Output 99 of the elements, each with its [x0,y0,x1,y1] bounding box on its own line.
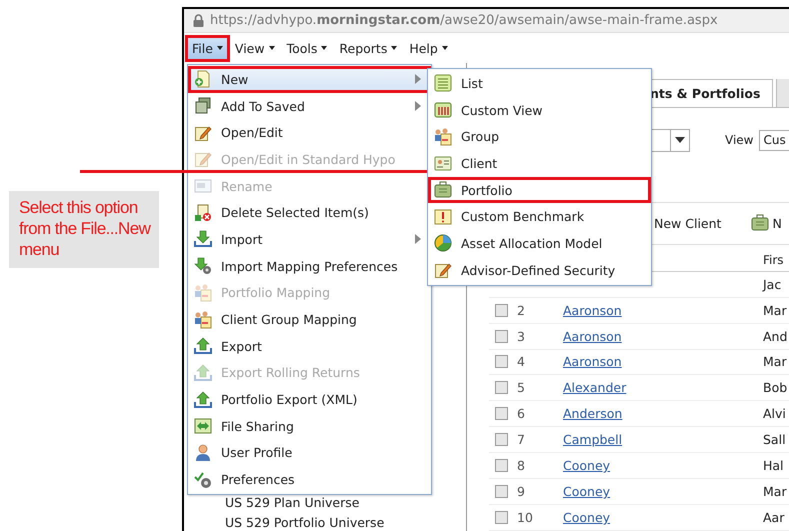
caret-icon [216,46,223,50]
menu-button[interactable]: Tools [282,38,332,58]
settings-icon [194,470,212,489]
upload-icon [194,337,212,356]
row-checkbox[interactable] [495,407,508,420]
row-number: 5 [517,380,525,396]
gear-arrow-icon [194,257,212,276]
list-icon [434,74,452,92]
menu-button[interactable]: Help [405,38,452,58]
table-cell-text: Mar [763,354,788,370]
upload-icon [194,364,212,382]
row-number: 9 [517,484,525,500]
table-cell-text: Hal [763,458,785,474]
table-cell-text: Jac [763,276,782,292]
caret-icon [391,46,398,50]
new-button[interactable]: N [769,216,786,231]
callout-note: Select this option from the File...New menu [9,191,159,268]
menu-button[interactable]: Reports [335,38,402,58]
menu-item[interactable]: Open/Edit [188,119,431,146]
caret-icon [675,137,685,144]
row-checkbox[interactable] [495,355,508,368]
warning-icon [434,208,452,226]
row-checkbox[interactable] [495,485,508,498]
row-checkbox[interactable] [495,330,508,343]
table-cell-text: Mar [763,484,788,500]
menu-item[interactable]: Portfolio Export (XML) [188,386,431,413]
download-icon [194,230,212,248]
menu-button[interactable]: File [188,38,227,58]
row-checkbox[interactable] [495,433,508,446]
stack-icon [194,97,212,116]
menu-item[interactable]: File Sharing [188,412,431,440]
caret-icon [321,46,328,50]
table-cell-text: Mar [763,302,788,318]
row-checkbox[interactable] [495,304,508,317]
table-cell-text: Sall [763,432,787,448]
name-link[interactable]: Anderson [563,406,622,422]
caret-icon [442,46,448,50]
user-icon [194,444,212,462]
name-link[interactable]: Alexander [563,380,626,396]
row-number: 8 [517,458,525,474]
tree-item[interactable]: US 529 Portfolio Universe [225,515,466,530]
upload-icon [194,390,212,409]
new-client-button[interactable]: New Client [650,216,726,231]
name-link[interactable]: Cooney [563,484,610,500]
table-cell-text: Bob [763,380,788,396]
table-cell-text: Aar [763,510,786,525]
pencil-icon [194,150,212,168]
document-delete-icon [194,204,212,222]
menu-item[interactable]: Group [428,123,651,150]
briefcase-icon [434,181,452,200]
name-link[interactable]: Cooney [563,510,610,525]
row-checkbox[interactable] [495,510,508,524]
caret-icon [268,46,275,50]
menu-item[interactable]: Preferences [188,466,431,493]
name-link[interactable]: Cooney [563,458,610,474]
menu-item[interactable]: Asset Allocation Model [428,230,651,257]
menu-item[interactable]: Portfolio [428,176,651,204]
menu-item[interactable]: Custom Benchmark [428,203,651,230]
column-header[interactable]: Firs [763,253,784,268]
contact-card-icon [434,154,452,172]
menu-item[interactable]: Advisor-Defined Security [428,256,651,284]
text-field-icon [194,177,212,196]
menu-item[interactable]: Delete Selected Item(s) [188,199,431,226]
pencil-icon [434,261,452,280]
menu-item[interactable]: Export [188,332,431,360]
menu-item[interactable]: New [188,66,431,93]
row-number: 6 [517,406,525,422]
menu-item[interactable]: Import [188,226,431,253]
name-link[interactable]: Aaronson [563,328,622,344]
row-number: 2 [517,302,525,318]
view-select[interactable]: Cus [759,130,789,151]
name-link[interactable]: Aaronson [563,302,622,318]
lock-icon [193,14,204,27]
tree-item[interactable]: US 529 Plan Universe [225,495,466,510]
row-number: 10 [517,510,533,525]
menu-item[interactable]: Client Group Mapping [188,306,431,333]
row-checkbox[interactable] [495,459,508,472]
people-icon [194,310,212,329]
row-number: 3 [517,328,525,344]
table-cell-text: Alvi [763,406,787,422]
row-checkbox[interactable] [495,381,508,394]
swap-arrows-icon [194,417,212,436]
pie-chart-icon [434,234,452,252]
menu-item[interactable]: User Profile [188,440,431,466]
view-label: View [725,133,754,148]
document-plus-icon [194,70,212,88]
row-number: 7 [517,432,525,448]
briefcase-icon [751,214,770,232]
name-link[interactable]: Aaronson [563,354,622,370]
people-icon [434,128,452,146]
bar-chart-icon [434,101,452,120]
menu-item[interactable]: Add To Saved [188,92,431,120]
menu-item[interactable]: Client [428,150,651,177]
row-number: 4 [517,354,525,370]
table-cell-text: And [763,328,788,344]
people-icon [194,284,212,302]
menu-item[interactable]: Import Mapping Preferences [188,252,431,280]
name-link[interactable]: Campbell [563,432,622,448]
menu-button[interactable]: View [230,38,279,58]
